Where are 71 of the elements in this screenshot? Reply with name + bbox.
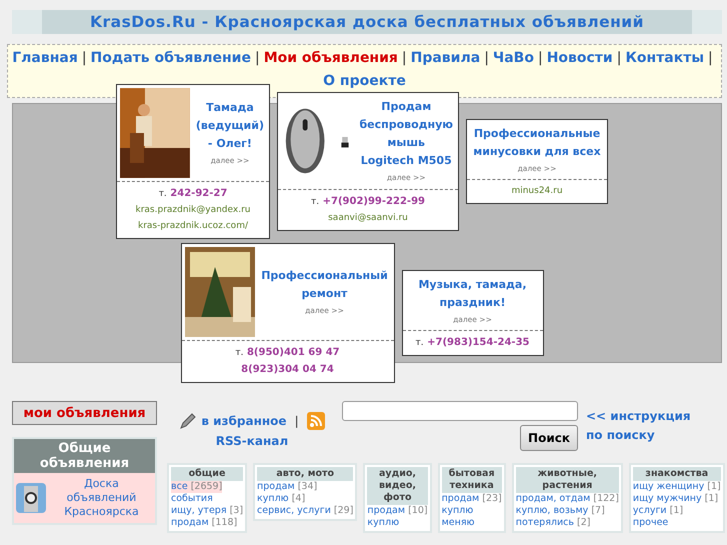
category-title: общие [171,467,244,481]
separator: | [402,50,407,66]
category-link[interactable]: все [2659] [171,481,222,493]
separator: | [538,50,543,66]
category-link[interactable]: сервис, услуги [29] [257,505,354,517]
separator: | [708,50,713,66]
category-link[interactable]: ищу женщину [1] [632,481,721,493]
separator: | [616,50,622,66]
rss-icon[interactable] [306,412,325,430]
category-link[interactable]: услуги [1] [632,505,684,517]
phone-number: 8(923)304 04 74 [241,364,334,374]
phone-number: +7(902)99-222-99 [322,196,425,206]
search-field[interactable] [342,401,578,421]
category-link[interactable]: продам [34] [257,481,318,493]
category-link[interactable]: продам [23] [442,493,502,505]
nav-link[interactable]: О проекте [323,73,406,89]
contact-link[interactable]: minus24.ru [470,182,604,198]
ad-title[interactable]: Тамада (ведущий) - Олег! [196,99,264,153]
search-button[interactable]: Поиск [520,425,578,451]
phone-prefix: т. [416,338,424,348]
pencil-icon [179,412,198,430]
category-link[interactable]: продам, отдам [122] [516,493,619,505]
favorites-link[interactable]: в избранное [201,411,287,431]
nav-link[interactable]: Мои объявления [264,50,398,66]
category-title: знакомства [632,467,721,481]
category-link[interactable]: куплю [442,505,474,517]
ad-title[interactable]: Профессиональные минусовки для всех [472,124,602,160]
phone-number: 242-92-27 [170,188,228,198]
separator: | [294,413,299,430]
ad-title[interactable]: Профессиональный ремонт [260,267,388,303]
site-title: KrasDos.Ru - Красноярская доска бесплатных объявлений [12,10,722,34]
contact-link[interactable]: kras-prazdnik.ucoz.com/ [120,218,266,234]
phone-prefix: т. [235,348,244,358]
sidebar-item[interactable]: Доска объявлений Красноярска [14,473,155,523]
category-link[interactable]: куплю [367,517,400,529]
category-link[interactable]: потерялись [2] [516,517,590,529]
category-title: аудио, видео, фото [367,467,428,505]
category-link[interactable]: события [171,493,213,505]
category-link[interactable]: продам [118] [171,517,238,529]
category-link[interactable]: прочее [632,517,668,529]
phone-number: +7(983)154-24-35 [427,336,530,348]
phone-number: 8(950)401 69 47 [246,346,340,358]
category-link[interactable]: меняю [442,517,475,529]
separator: | [254,50,260,66]
clock-tower-icon [16,483,46,513]
search-help-link[interactable]: << инструкция по поиску [586,407,711,451]
category-title: бытовая техника [442,467,502,493]
nav-link[interactable]: Подать объявление [90,50,251,66]
nav-link[interactable]: Новости [546,50,613,66]
category-link[interactable]: ищу мужчину [1] [632,493,718,505]
separator: | [82,50,87,66]
my-ads-button[interactable]: мои объявления [12,401,157,425]
phone-prefix: т. [158,188,167,198]
separator: | [484,50,489,66]
category-title: авто, мото [257,467,354,481]
contact-link[interactable]: kras.prazdnik@yandex.ru [120,202,266,218]
category-link[interactable]: ищу, утеря [3] [171,505,244,517]
nav-link[interactable]: Правила [410,50,480,66]
nav-link[interactable]: Главная [12,50,78,66]
nav-link[interactable]: Контакты [625,50,704,66]
contact-link[interactable]: saanvi@saanvi.ru [281,210,455,226]
sidebar-title: Общие объявления [14,439,155,473]
ad-title[interactable]: Продам беспроводную мышь Logitech M505 [359,98,453,170]
category-link[interactable]: продам [10] [367,505,428,517]
category-link[interactable]: куплю, возьму [7] [516,505,605,517]
category-link[interactable]: куплю [4] [257,493,306,505]
rss-link[interactable]: RSS-канал [216,434,288,448]
category-title: животные, растения [516,467,619,493]
ad-title[interactable]: Музыка, тамада, праздник! [408,276,538,312]
nav-link[interactable]: ЧаВо [492,50,534,66]
phone-prefix: т. [311,196,320,206]
